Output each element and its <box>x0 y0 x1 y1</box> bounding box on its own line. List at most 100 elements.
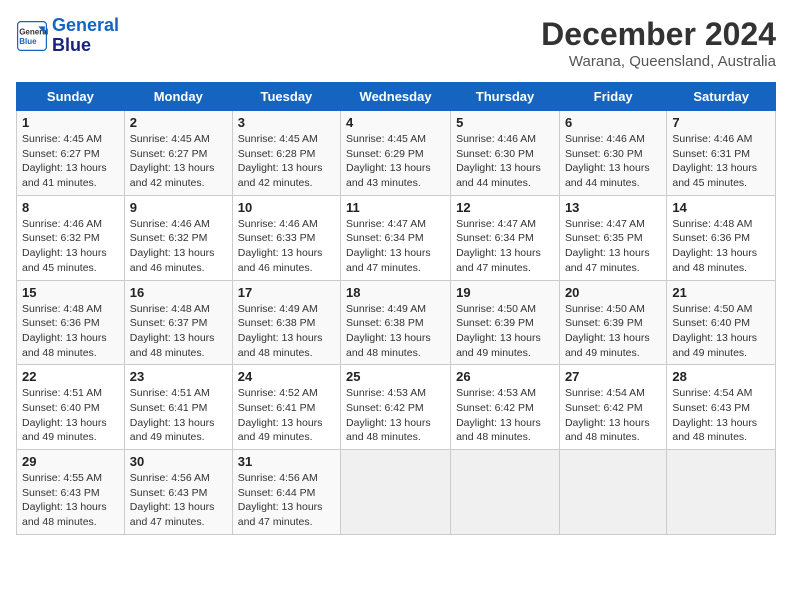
calendar-day-cell: 3 Sunrise: 4:45 AM Sunset: 6:28 PM Daylig… <box>232 111 340 196</box>
day-info: Sunrise: 4:46 AM Sunset: 6:31 PM Dayligh… <box>672 132 770 191</box>
day-number: 3 <box>238 115 335 130</box>
day-number: 30 <box>130 454 227 469</box>
calendar-day-cell <box>559 450 666 535</box>
calendar-day-cell: 20 Sunrise: 4:50 AM Sunset: 6:39 PM Dayli… <box>559 280 666 365</box>
calendar-week-row: 8Sunrise: 4:46 AM Sunset: 6:32 PM Daylig… <box>17 195 776 280</box>
day-number: 2 <box>130 115 227 130</box>
day-info: Sunrise: 4:47 AM Sunset: 6:34 PM Dayligh… <box>346 217 445 276</box>
day-info: Sunrise: 4:45 AM Sunset: 6:27 PM Dayligh… <box>22 132 119 191</box>
calendar-week-row: 15 Sunrise: 4:48 AM Sunset: 6:36 PM Dayli… <box>17 280 776 365</box>
day-number: 18 <box>346 285 445 300</box>
day-info: Sunrise: 4:50 AM Sunset: 6:39 PM Dayligh… <box>565 302 661 361</box>
day-number: 23 <box>130 369 227 384</box>
calendar-day-cell: 23 Sunrise: 4:51 AM Sunset: 6:41 PM Dayli… <box>124 365 232 450</box>
day-number: 22 <box>22 369 119 384</box>
day-number: 28 <box>672 369 770 384</box>
calendar-day-cell: 9Sunrise: 4:46 AM Sunset: 6:32 PM Daylig… <box>124 195 232 280</box>
weekday-header: Monday <box>124 83 232 111</box>
day-number: 27 <box>565 369 661 384</box>
calendar-day-cell: 17Sunrise: 4:49 AM Sunset: 6:38 PM Dayli… <box>232 280 340 365</box>
day-number: 14 <box>672 200 770 215</box>
calendar-day-cell: 1 Sunrise: 4:45 AM Sunset: 6:27 PM Daylig… <box>17 111 125 196</box>
day-info: Sunrise: 4:56 AM Sunset: 6:44 PM Dayligh… <box>238 471 335 530</box>
day-info: Sunrise: 4:48 AM Sunset: 6:36 PM Dayligh… <box>22 302 119 361</box>
calendar-day-cell: 31 Sunrise: 4:56 AM Sunset: 6:44 PM Dayli… <box>232 450 340 535</box>
day-info: Sunrise: 4:46 AM Sunset: 6:30 PM Dayligh… <box>565 132 661 191</box>
calendar-day-cell: 5Sunrise: 4:46 AM Sunset: 6:30 PM Daylig… <box>451 111 560 196</box>
day-info: Sunrise: 4:46 AM Sunset: 6:30 PM Dayligh… <box>456 132 554 191</box>
day-number: 25 <box>346 369 445 384</box>
calendar-day-cell: 16 Sunrise: 4:48 AM Sunset: 6:37 PM Dayli… <box>124 280 232 365</box>
weekday-header: Wednesday <box>341 83 451 111</box>
calendar-day-cell: 8Sunrise: 4:46 AM Sunset: 6:32 PM Daylig… <box>17 195 125 280</box>
day-info: Sunrise: 4:54 AM Sunset: 6:42 PM Dayligh… <box>565 386 661 445</box>
month-title: December 2024 <box>541 16 776 53</box>
weekday-header: Sunday <box>17 83 125 111</box>
calendar-day-cell: 13 Sunrise: 4:47 AM Sunset: 6:35 PM Dayli… <box>559 195 666 280</box>
calendar-day-cell: 18 Sunrise: 4:49 AM Sunset: 6:38 PM Dayli… <box>341 280 451 365</box>
day-number: 9 <box>130 200 227 215</box>
day-info: Sunrise: 4:45 AM Sunset: 6:28 PM Dayligh… <box>238 132 335 191</box>
day-info: Sunrise: 4:48 AM Sunset: 6:37 PM Dayligh… <box>130 302 227 361</box>
calendar-week-row: 29 Sunrise: 4:55 AM Sunset: 6:43 PM Dayli… <box>17 450 776 535</box>
day-number: 4 <box>346 115 445 130</box>
logo-icon: General Blue <box>16 20 48 52</box>
svg-text:Blue: Blue <box>19 37 37 46</box>
day-info: Sunrise: 4:52 AM Sunset: 6:41 PM Dayligh… <box>238 386 335 445</box>
calendar-day-cell: 19 Sunrise: 4:50 AM Sunset: 6:39 PM Dayli… <box>451 280 560 365</box>
calendar-day-cell: 24 Sunrise: 4:52 AM Sunset: 6:41 PM Dayli… <box>232 365 340 450</box>
day-info: Sunrise: 4:49 AM Sunset: 6:38 PM Dayligh… <box>238 302 335 361</box>
calendar-day-cell: 22Sunrise: 4:51 AM Sunset: 6:40 PM Dayli… <box>17 365 125 450</box>
day-info: Sunrise: 4:51 AM Sunset: 6:41 PM Dayligh… <box>130 386 227 445</box>
day-info: Sunrise: 4:54 AM Sunset: 6:43 PM Dayligh… <box>672 386 770 445</box>
calendar-day-cell: 10Sunrise: 4:46 AM Sunset: 6:33 PM Dayli… <box>232 195 340 280</box>
logo-text: GeneralBlue <box>52 16 119 56</box>
weekday-header: Tuesday <box>232 83 340 111</box>
calendar-week-row: 22Sunrise: 4:51 AM Sunset: 6:40 PM Dayli… <box>17 365 776 450</box>
day-number: 8 <box>22 200 119 215</box>
day-number: 1 <box>22 115 119 130</box>
day-number: 24 <box>238 369 335 384</box>
day-number: 15 <box>22 285 119 300</box>
calendar-day-cell: 15 Sunrise: 4:48 AM Sunset: 6:36 PM Dayli… <box>17 280 125 365</box>
calendar-day-cell <box>667 450 776 535</box>
calendar-day-cell: 27 Sunrise: 4:54 AM Sunset: 6:42 PM Dayli… <box>559 365 666 450</box>
day-number: 26 <box>456 369 554 384</box>
calendar-table: SundayMondayTuesdayWednesdayThursdayFrid… <box>16 82 776 535</box>
day-number: 16 <box>130 285 227 300</box>
calendar-day-cell: 26 Sunrise: 4:53 AM Sunset: 6:42 PM Dayli… <box>451 365 560 450</box>
calendar-day-cell: 2 Sunrise: 4:45 AM Sunset: 6:27 PM Daylig… <box>124 111 232 196</box>
calendar-header: SundayMondayTuesdayWednesdayThursdayFrid… <box>17 83 776 111</box>
day-info: Sunrise: 4:47 AM Sunset: 6:35 PM Dayligh… <box>565 217 661 276</box>
day-number: 31 <box>238 454 335 469</box>
day-info: Sunrise: 4:55 AM Sunset: 6:43 PM Dayligh… <box>22 471 119 530</box>
calendar-day-cell <box>341 450 451 535</box>
day-number: 19 <box>456 285 554 300</box>
day-info: Sunrise: 4:47 AM Sunset: 6:34 PM Dayligh… <box>456 217 554 276</box>
weekday-header: Thursday <box>451 83 560 111</box>
calendar-day-cell: 28 Sunrise: 4:54 AM Sunset: 6:43 PM Dayli… <box>667 365 776 450</box>
calendar-day-cell: 29 Sunrise: 4:55 AM Sunset: 6:43 PM Dayli… <box>17 450 125 535</box>
calendar-day-cell <box>451 450 560 535</box>
day-number: 29 <box>22 454 119 469</box>
day-info: Sunrise: 4:53 AM Sunset: 6:42 PM Dayligh… <box>346 386 445 445</box>
calendar-day-cell: 30 Sunrise: 4:56 AM Sunset: 6:43 PM Dayli… <box>124 450 232 535</box>
day-number: 20 <box>565 285 661 300</box>
day-number: 12 <box>456 200 554 215</box>
day-info: Sunrise: 4:49 AM Sunset: 6:38 PM Dayligh… <box>346 302 445 361</box>
day-info: Sunrise: 4:53 AM Sunset: 6:42 PM Dayligh… <box>456 386 554 445</box>
location-subtitle: Warana, Queensland, Australia <box>541 53 776 70</box>
day-number: 13 <box>565 200 661 215</box>
day-info: Sunrise: 4:50 AM Sunset: 6:39 PM Dayligh… <box>456 302 554 361</box>
calendar-week-row: 1 Sunrise: 4:45 AM Sunset: 6:27 PM Daylig… <box>17 111 776 196</box>
day-number: 7 <box>672 115 770 130</box>
day-number: 11 <box>346 200 445 215</box>
day-info: Sunrise: 4:48 AM Sunset: 6:36 PM Dayligh… <box>672 217 770 276</box>
day-number: 21 <box>672 285 770 300</box>
calendar-day-cell: 11 Sunrise: 4:47 AM Sunset: 6:34 PM Dayli… <box>341 195 451 280</box>
day-number: 6 <box>565 115 661 130</box>
day-info: Sunrise: 4:45 AM Sunset: 6:27 PM Dayligh… <box>130 132 227 191</box>
day-info: Sunrise: 4:45 AM Sunset: 6:29 PM Dayligh… <box>346 132 445 191</box>
day-info: Sunrise: 4:56 AM Sunset: 6:43 PM Dayligh… <box>130 471 227 530</box>
day-info: Sunrise: 4:50 AM Sunset: 6:40 PM Dayligh… <box>672 302 770 361</box>
